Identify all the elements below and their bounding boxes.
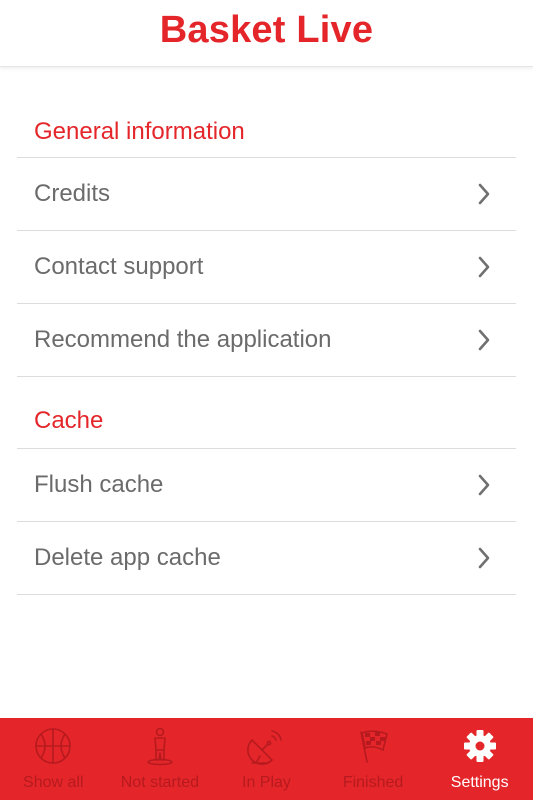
app-title: Basket Live xyxy=(159,8,374,51)
tab-label: In Play xyxy=(242,774,291,791)
tab-label: Finished xyxy=(342,774,404,791)
settings-item-flush-cache[interactable]: Flush cache xyxy=(17,449,516,522)
chevron-right-icon xyxy=(478,547,490,569)
tab-label: Settings xyxy=(450,774,509,791)
section-header-general: General information xyxy=(17,100,516,158)
bottom-tab-bar: Show all Not started In Play Finished Se… xyxy=(0,718,533,800)
settings-item-credits[interactable]: Credits xyxy=(17,158,516,231)
settings-list: General information Credits Contact supp… xyxy=(17,100,516,595)
tab-finished[interactable]: Finished xyxy=(320,718,427,800)
chevron-right-icon xyxy=(478,329,490,351)
chevron-right-icon xyxy=(478,256,490,278)
tab-label: Not started xyxy=(120,774,200,791)
settings-item-label: Credits xyxy=(34,180,111,207)
basketball-icon xyxy=(35,728,72,764)
settings-item-delete-app-cache[interactable]: Delete app cache xyxy=(17,522,516,595)
tab-label: Show all xyxy=(23,774,84,791)
player-standing-icon xyxy=(147,727,173,766)
settings-item-recommend[interactable]: Recommend the application xyxy=(17,304,516,377)
checkered-flag-icon xyxy=(360,730,389,763)
settings-item-label: Delete app cache xyxy=(34,544,221,571)
chevron-right-icon xyxy=(478,474,490,496)
tab-settings[interactable]: Settings xyxy=(426,718,533,800)
tab-show-all[interactable]: Show all xyxy=(0,718,107,800)
tab-in-play[interactable]: In Play xyxy=(213,718,320,800)
app-header: Basket Live xyxy=(0,0,533,67)
settings-item-label: Recommend the application xyxy=(34,326,332,353)
settings-item-contact-support[interactable]: Contact support xyxy=(17,231,516,304)
settings-item-label: Flush cache xyxy=(34,471,164,498)
tab-not-started[interactable]: Not started xyxy=(107,718,214,800)
settings-item-label: Contact support xyxy=(34,253,204,280)
chevron-right-icon xyxy=(478,183,490,205)
section-header-cache: Cache xyxy=(17,377,516,449)
satellite-dish-icon xyxy=(247,730,283,765)
settings-screen: Basket Live General information Credits … xyxy=(0,0,533,800)
gear-icon xyxy=(463,730,496,762)
